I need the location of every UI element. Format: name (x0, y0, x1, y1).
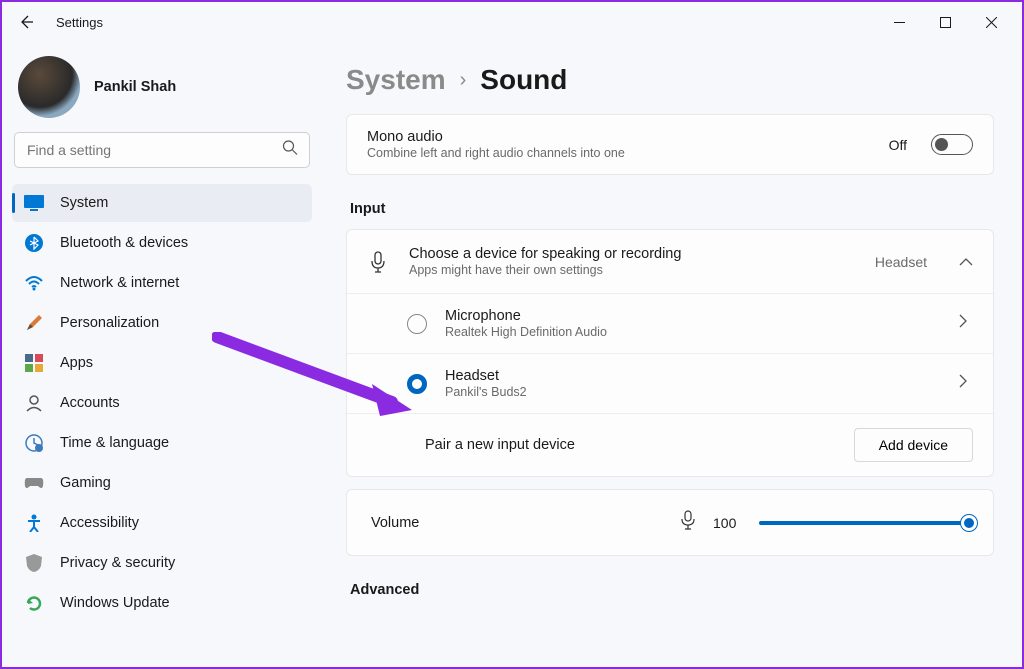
sidebar-item-network[interactable]: Network & internet (12, 264, 312, 302)
volume-value: 100 (713, 515, 741, 531)
sidebar-item-bluetooth[interactable]: Bluetooth & devices (12, 224, 312, 262)
sidebar-item-accessibility[interactable]: Accessibility (12, 504, 312, 542)
content-area: System › Sound Mono audio Combine left a… (322, 42, 1022, 667)
sidebar-item-personalization[interactable]: Personalization (12, 304, 312, 342)
nav-label: Windows Update (60, 595, 170, 611)
slider-thumb[interactable] (961, 515, 977, 531)
nav-label: System (60, 195, 108, 211)
add-device-button[interactable]: Add device (854, 428, 973, 462)
volume-card: Volume 100 (346, 489, 994, 556)
input-section-header: Input (350, 201, 994, 217)
volume-slider[interactable] (759, 521, 969, 525)
breadcrumb: System › Sound (346, 64, 994, 96)
back-arrow-icon (18, 14, 34, 30)
profile-block[interactable]: Pankil Shah (10, 50, 314, 132)
device-name: Headset (445, 368, 527, 384)
close-icon (986, 17, 997, 28)
selected-device-label: Headset (875, 254, 927, 270)
clock-icon (24, 433, 44, 453)
profile-name: Pankil Shah (94, 79, 176, 95)
close-button[interactable] (968, 6, 1014, 38)
titlebar: Settings (2, 2, 1022, 42)
sidebar-item-time[interactable]: Time & language (12, 424, 312, 462)
nav-label: Bluetooth & devices (60, 235, 188, 251)
choose-device-row[interactable]: Choose a device for speaking or recordin… (347, 230, 993, 293)
microphone-icon[interactable] (681, 510, 695, 535)
nav-label: Time & language (60, 435, 169, 451)
search-input[interactable] (14, 132, 310, 168)
breadcrumb-current: Sound (480, 64, 567, 96)
chevron-right-icon (959, 314, 973, 333)
breadcrumb-parent[interactable]: System (346, 64, 446, 96)
nav-label: Accessibility (60, 515, 139, 531)
maximize-button[interactable] (922, 6, 968, 38)
choose-device-title: Choose a device for speaking or recordin… (409, 246, 681, 262)
nav-label: Personalization (60, 315, 159, 331)
radio-selected-icon[interactable] (407, 374, 427, 394)
microphone-icon (367, 251, 389, 273)
choose-device-sub: Apps might have their own settings (409, 263, 681, 277)
chevron-up-icon (959, 253, 973, 271)
mono-subtitle: Combine left and right audio channels in… (367, 146, 625, 160)
mono-title: Mono audio (367, 129, 625, 145)
wifi-icon (24, 273, 44, 293)
pair-label: Pair a new input device (425, 437, 575, 453)
input-card: Choose a device for speaking or recordin… (346, 229, 994, 477)
accessibility-icon (24, 513, 44, 533)
avatar (18, 56, 80, 118)
nav-label: Accounts (60, 395, 120, 411)
device-name: Microphone (445, 308, 607, 324)
toggle-state-label: Off (889, 137, 907, 153)
pair-device-row: Pair a new input device Add device (347, 413, 993, 476)
sidebar: Pankil Shah System Bluetooth & devices (2, 42, 322, 667)
sidebar-item-update[interactable]: Windows Update (12, 584, 312, 622)
gamepad-icon (24, 473, 44, 493)
mono-toggle[interactable] (931, 134, 973, 155)
sidebar-item-gaming[interactable]: Gaming (12, 464, 312, 502)
shield-icon (24, 553, 44, 573)
chevron-right-icon: › (460, 69, 467, 92)
radio-unselected-icon[interactable] (407, 314, 427, 334)
device-row-headset[interactable]: Headset Pankil's Buds2 (347, 353, 993, 413)
maximize-icon (940, 17, 951, 28)
apps-icon (24, 353, 44, 373)
chevron-right-icon (959, 374, 973, 393)
brush-icon (24, 313, 44, 333)
mono-audio-card[interactable]: Mono audio Combine left and right audio … (346, 114, 994, 175)
device-detail: Realtek High Definition Audio (445, 325, 607, 339)
window-title: Settings (56, 15, 103, 30)
sidebar-item-accounts[interactable]: Accounts (12, 384, 312, 422)
sidebar-item-system[interactable]: System (12, 184, 312, 222)
search-box[interactable] (14, 132, 310, 168)
bluetooth-icon (24, 233, 44, 253)
sidebar-item-privacy[interactable]: Privacy & security (12, 544, 312, 582)
minimize-button[interactable] (876, 6, 922, 38)
nav-label: Privacy & security (60, 555, 175, 571)
back-button[interactable] (10, 6, 42, 38)
device-detail: Pankil's Buds2 (445, 385, 527, 399)
advanced-section-header: Advanced (350, 582, 994, 598)
sidebar-item-apps[interactable]: Apps (12, 344, 312, 382)
nav-label: Apps (60, 355, 93, 371)
minimize-icon (894, 17, 905, 28)
nav-list: System Bluetooth & devices Network & int… (10, 184, 314, 622)
person-icon (24, 393, 44, 413)
device-row-microphone[interactable]: Microphone Realtek High Definition Audio (347, 293, 993, 353)
volume-label: Volume (371, 515, 419, 531)
search-icon (282, 140, 298, 161)
nav-label: Network & internet (60, 275, 179, 291)
nav-label: Gaming (60, 475, 111, 491)
update-icon (24, 593, 44, 613)
system-icon (24, 193, 44, 213)
